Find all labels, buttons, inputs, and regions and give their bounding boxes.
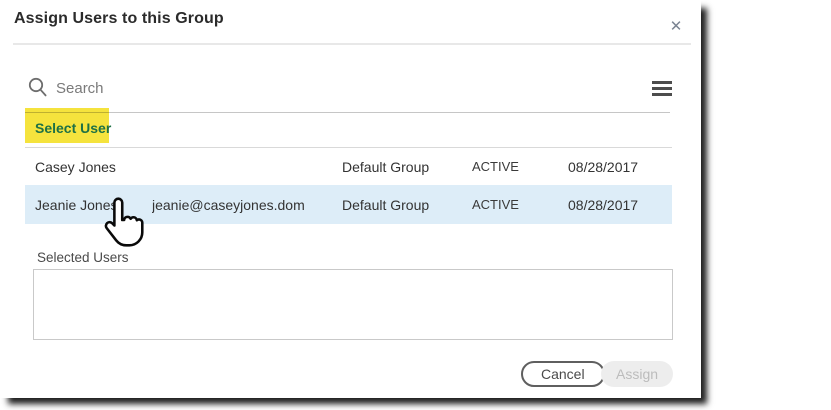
selected-users-label: Selected Users bbox=[37, 250, 129, 265]
select-user-label: Select User bbox=[35, 120, 111, 136]
dialog-title: Assign Users to this Group bbox=[14, 10, 224, 28]
user-table: Casey Jones Default Group ACTIVE 08/28/2… bbox=[25, 148, 672, 224]
user-date: 08/28/2017 bbox=[568, 159, 672, 175]
user-status: ACTIVE bbox=[472, 197, 568, 212]
user-group: Default Group bbox=[342, 159, 472, 175]
user-date: 08/28/2017 bbox=[568, 197, 672, 213]
selected-users-box[interactable] bbox=[33, 269, 673, 340]
table-row-casey-jones[interactable]: Casey Jones Default Group ACTIVE 08/28/2… bbox=[25, 148, 672, 185]
user-status: ACTIVE bbox=[472, 159, 568, 174]
close-icon[interactable]: ✕ bbox=[664, 14, 688, 38]
table-row-jeanie-jones[interactable]: Jeanie Jones jeanie@caseyjones.dom Defau… bbox=[25, 185, 672, 224]
user-group: Default Group bbox=[342, 197, 472, 213]
hamburger-bar bbox=[652, 93, 672, 96]
user-email: jeanie@caseyjones.dom bbox=[152, 197, 342, 213]
search-underline bbox=[25, 112, 670, 113]
hamburger-menu-icon[interactable] bbox=[652, 81, 672, 96]
header-divider bbox=[13, 43, 691, 45]
user-name: Jeanie Jones bbox=[25, 197, 152, 213]
user-name: Casey Jones bbox=[25, 159, 152, 175]
page: Assign Users to this Group ✕ Select User… bbox=[0, 0, 831, 410]
assign-users-dialog: Assign Users to this Group ✕ Select User… bbox=[0, 0, 701, 398]
hamburger-bar bbox=[652, 81, 672, 84]
assign-button[interactable]: Assign bbox=[601, 361, 673, 387]
cancel-button[interactable]: Cancel bbox=[521, 361, 605, 387]
search-icon bbox=[27, 76, 48, 104]
hamburger-bar bbox=[652, 87, 672, 90]
search-input[interactable] bbox=[56, 76, 356, 100]
